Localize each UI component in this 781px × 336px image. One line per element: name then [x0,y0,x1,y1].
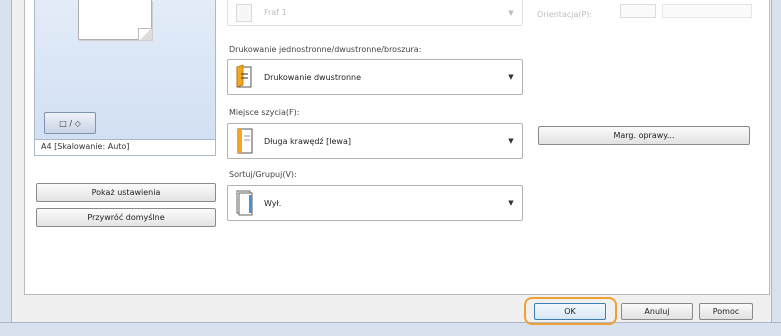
page-layout-combo[interactable]: Fraf 1 ▼ [227,0,523,26]
help-button[interactable]: Pomoc [699,303,753,320]
chevron-down-icon: ▼ [508,137,514,145]
preview-toggle-button[interactable]: □ / ◇ [44,112,96,134]
collate-combo[interactable]: Wył. ▼ [227,185,523,221]
restore-defaults-button[interactable]: Przywróć domyślne [36,208,216,227]
page-fold-corner [138,28,152,40]
preview-caption: A4 [Skalowanie: Auto] [34,140,216,156]
orientation-label: Orientacja(P): [537,10,593,19]
chevron-down-icon: ▼ [508,199,514,207]
orientation-portrait-option[interactable] [620,4,656,18]
orientation-landscape-option[interactable] [662,4,752,18]
print-mode-label: Drukowanie jednostronne/dwustronne/brosz… [229,45,422,54]
collate-value: Wył. [264,198,282,208]
cancel-button[interactable]: Anuluj [621,303,693,320]
page-layout-icon [236,3,252,22]
window-frame-left [0,0,12,336]
gutter-button[interactable]: Marg. oprawy... [538,126,750,145]
page-layout-value: Fraf 1 [264,8,287,17]
collate-label: Sortuj/Grupuj(V): [229,170,297,179]
window-frame-right [771,0,781,336]
chevron-down-icon: ▼ [508,73,514,81]
collate-off-icon [236,190,254,216]
preview-toggle-label: □ / ◇ [59,118,81,128]
duplex-page-icon [236,64,254,90]
binding-location-label: Miejsce szycia(F): [229,108,300,117]
long-edge-binding-icon [236,128,254,154]
window-frame-bottom [0,322,781,336]
print-mode-value: Drukowanie dwustronne [264,72,362,82]
chevron-down-icon: ▼ [508,8,514,17]
print-mode-combo[interactable]: Drukowanie dwustronne ▼ [227,59,523,95]
show-settings-button[interactable]: Pokaż ustawienia [36,183,216,202]
ok-button[interactable]: OK [534,303,606,320]
binding-location-value: Długa krawędź [lewa] [264,136,351,146]
binding-location-combo[interactable]: Długa krawędź [lewa] ▼ [227,123,523,159]
